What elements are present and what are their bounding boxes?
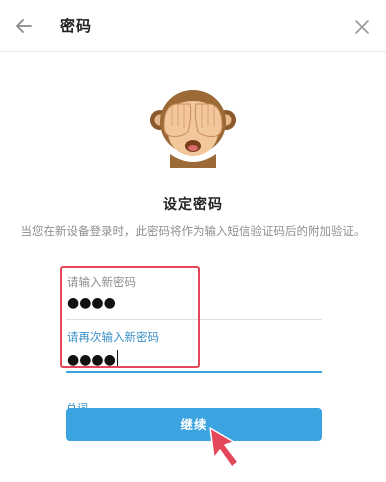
- back-button[interactable]: [12, 14, 36, 38]
- annotation-highlight-box: [60, 266, 200, 368]
- see-no-evil-monkey-icon: [150, 90, 236, 168]
- section-heading: 设定密码: [163, 197, 223, 213]
- close-icon: [355, 20, 369, 34]
- description-text: 当您在新设备登录时，此密码将作为输入短信验证码后的附加验证。: [20, 224, 366, 238]
- close-button[interactable]: [350, 15, 374, 39]
- arrow-left-icon: [16, 19, 32, 33]
- annotation-arrow-icon: [209, 427, 239, 468]
- page-title: 密码: [60, 17, 93, 35]
- continue-button[interactable]: 继续: [66, 408, 322, 441]
- header: 密码: [0, 0, 386, 52]
